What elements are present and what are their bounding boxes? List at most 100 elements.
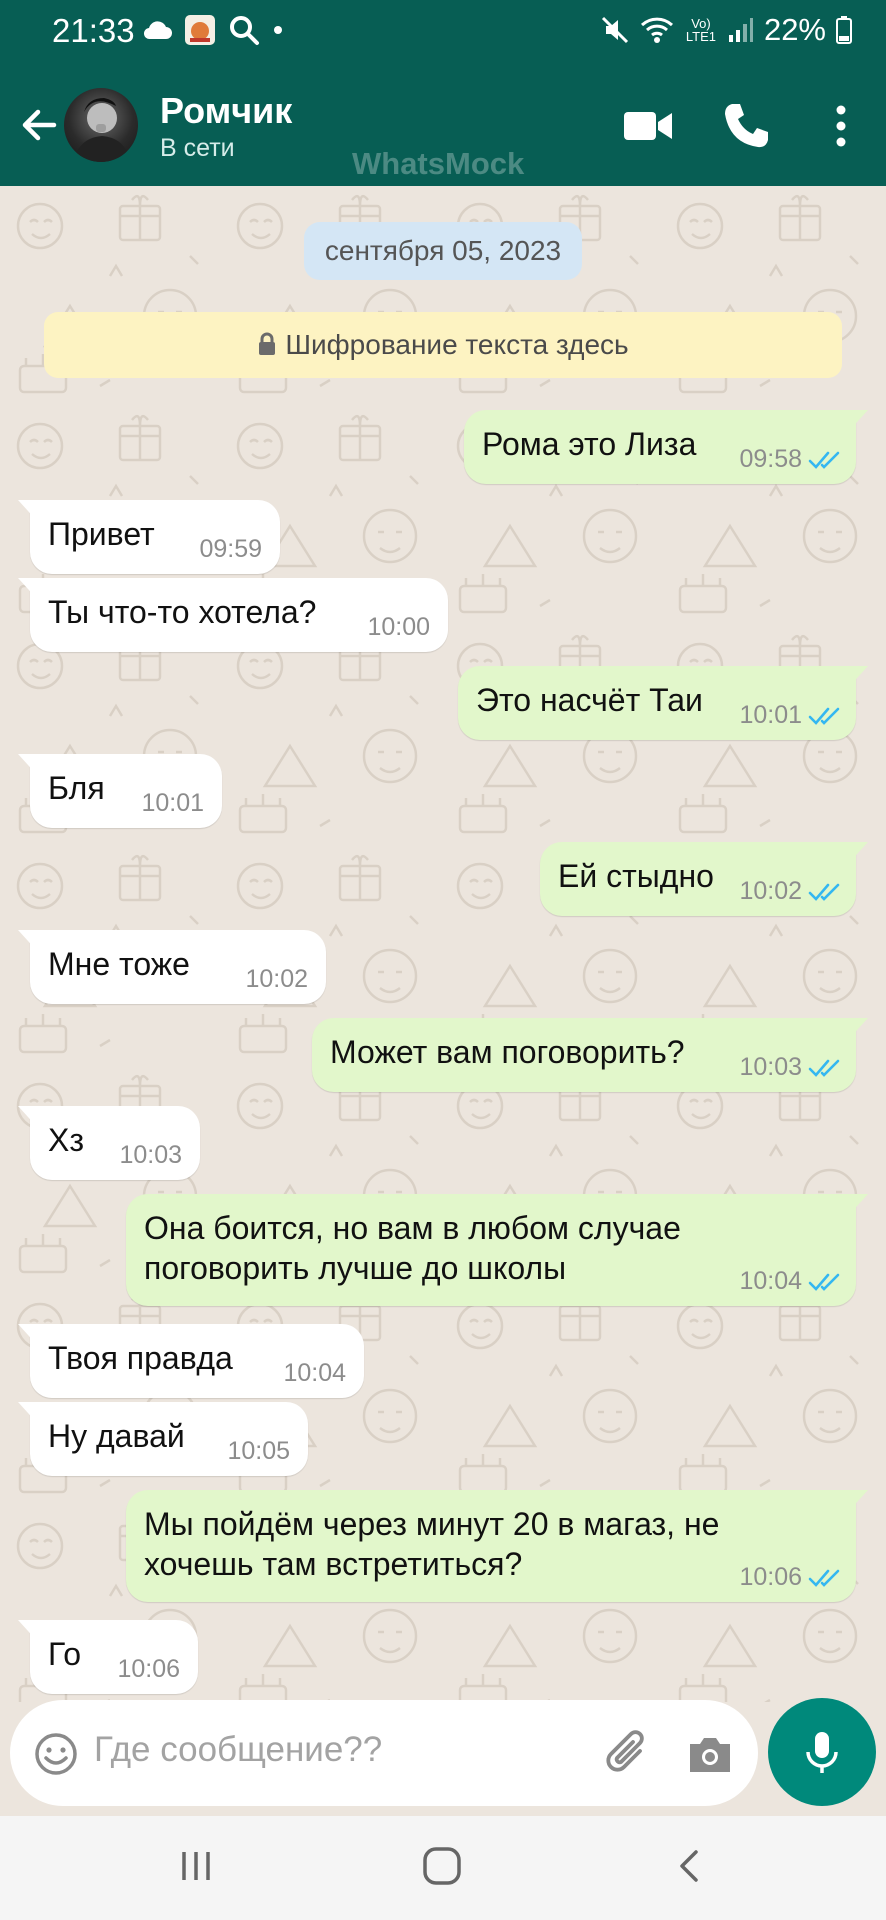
incoming-message[interactable]: Бля 10:01 [18, 754, 222, 828]
outgoing-message[interactable]: Может вам поговорить? 10:03 [312, 1018, 868, 1092]
message-text: Мы пойдём через минут 20 в магаз, не хоче… [144, 1504, 719, 1584]
incoming-message[interactable]: Мне тоже 10:02 [18, 930, 326, 1004]
incoming-message[interactable]: Ты что-то хотела? 10:00 [18, 578, 448, 652]
double-check-icon [808, 1569, 840, 1587]
message-time: 10:03 [119, 1141, 182, 1169]
message-text: Это насчёт Таи [476, 680, 703, 720]
voice-record-button[interactable] [768, 1698, 876, 1806]
message-time: 10:04 [283, 1359, 346, 1387]
emoji-icon[interactable] [34, 1732, 78, 1776]
bubble-tail [848, 1490, 868, 1512]
message-line: Рома это Лиза [482, 426, 697, 462]
message-input[interactable]: Где сообщение?? [94, 1730, 382, 1770]
message-text: Она боится, но вам в любом случае поговор… [144, 1208, 681, 1288]
message-time: 10:01 [141, 789, 204, 817]
message-text: Хз [48, 1120, 84, 1160]
phone-call-icon[interactable] [718, 98, 774, 154]
contact-name[interactable]: Ромчик [160, 90, 292, 132]
message-text: Может вам поговорить? [330, 1032, 685, 1072]
double-check-icon [808, 451, 840, 469]
back-arrow-icon[interactable] [14, 100, 64, 150]
outgoing-message[interactable]: Рома это Лиза 09:58 [464, 410, 868, 484]
message-time: 10:06 [117, 1655, 180, 1683]
camera-icon[interactable] [686, 1730, 734, 1778]
incoming-message[interactable]: Хз 10:03 [18, 1106, 200, 1180]
message-time: 10:02 [245, 965, 308, 993]
bubble-tail [18, 1402, 38, 1424]
message-text: Ты что-то хотела? [48, 592, 316, 632]
outgoing-message[interactable]: Мы пойдём через минут 20 в магаз, не хоче… [126, 1490, 868, 1602]
outgoing-message[interactable]: Ей стыдно 10:02 [540, 842, 868, 916]
double-check-icon [808, 707, 840, 725]
outgoing-message[interactable]: Она боится, но вам в любом случае поговор… [126, 1194, 868, 1306]
bubble-tail [848, 666, 868, 688]
message-line: Ей стыдно [558, 858, 714, 894]
message-input-bar: Где сообщение?? [10, 1700, 758, 1806]
microphone-icon [806, 1732, 838, 1773]
mute-icon [601, 16, 629, 44]
chat-header: Ромчик В сети WhatsMock [0, 64, 886, 186]
encryption-notice[interactable]: Шифрование текста здесь [44, 312, 842, 378]
message-line: Бля [48, 770, 105, 806]
message-time: 10:02 [739, 877, 802, 905]
avatar[interactable] [64, 88, 138, 162]
message-text: Привет [48, 514, 155, 554]
back-nav-icon[interactable] [670, 1846, 710, 1886]
avatar-photo [74, 98, 130, 162]
message-time: 10:05 [227, 1437, 290, 1465]
double-check-icon [808, 883, 840, 901]
message-line: Мы пойдём через минут 20 в магаз, не [144, 1506, 720, 1542]
message-line: Привет [48, 516, 155, 552]
bubble-tail [848, 842, 868, 864]
double-check-icon [808, 1059, 840, 1077]
incoming-message[interactable]: Твоя правда 10:04 [18, 1324, 364, 1398]
message-line: Может вам поговорить? [330, 1034, 685, 1070]
lock-icon [259, 332, 276, 355]
dot-icon [274, 26, 282, 34]
outgoing-message[interactable]: Это насчёт Таи 10:01 [458, 666, 868, 740]
message-time: 10:04 [739, 1267, 802, 1295]
message-text: Бля [48, 768, 105, 808]
bubble-tail [848, 1194, 868, 1216]
message-line: Хз [48, 1122, 85, 1158]
message-time: 10:06 [739, 1563, 802, 1591]
message-line: Мне тоже [48, 946, 190, 982]
message-time: 10:00 [367, 613, 430, 641]
incoming-message[interactable]: Ну давай 10:05 [18, 1402, 308, 1476]
message-time: 09:58 [739, 445, 802, 473]
recent-apps-icon[interactable] [176, 1846, 216, 1886]
message-text: Ну давай [48, 1416, 185, 1456]
bubble-tail [18, 578, 38, 600]
message-line: Ну давай [48, 1418, 185, 1454]
attach-icon[interactable] [600, 1726, 654, 1780]
bubble-tail [18, 1324, 38, 1346]
message-line: хочешь там встретиться? [144, 1546, 523, 1582]
message-line: Это насчёт Таи [476, 682, 703, 718]
bubble-tail [18, 1106, 38, 1128]
bubble-tail [848, 1018, 868, 1040]
signal-icon [728, 18, 753, 42]
bubble-tail [18, 1620, 38, 1642]
message-line: Твоя правда [48, 1340, 233, 1376]
message-line: Она боится, но вам в любом случае [144, 1210, 681, 1246]
wifi-icon [640, 17, 673, 43]
more-options-icon[interactable] [808, 98, 870, 154]
message-text: Ей стыдно [558, 856, 714, 896]
bubble-tail [18, 930, 38, 952]
home-icon[interactable] [420, 1846, 464, 1886]
watermark: WhatsMock [352, 146, 525, 181]
contact-status: В сети [160, 134, 235, 162]
date-chip: сентября 05, 2023 [304, 222, 582, 280]
encryption-text: Шифрование текста здесь [285, 329, 629, 360]
chat-area[interactable]: сентября 05, 2023 Шифрование текста здес… [0, 186, 886, 1702]
battery-icon [836, 16, 852, 44]
incoming-message[interactable]: Привет 09:59 [18, 500, 280, 574]
message-text: Мне тоже [48, 944, 190, 984]
incoming-message[interactable]: Го 10:06 [18, 1620, 198, 1694]
message-time: 10:01 [739, 701, 802, 729]
video-call-icon[interactable] [620, 98, 676, 154]
double-check-icon [808, 1273, 840, 1291]
message-text: Твоя правда [48, 1338, 233, 1378]
bubble-tail [18, 754, 38, 776]
message-line: Го [48, 1636, 81, 1672]
